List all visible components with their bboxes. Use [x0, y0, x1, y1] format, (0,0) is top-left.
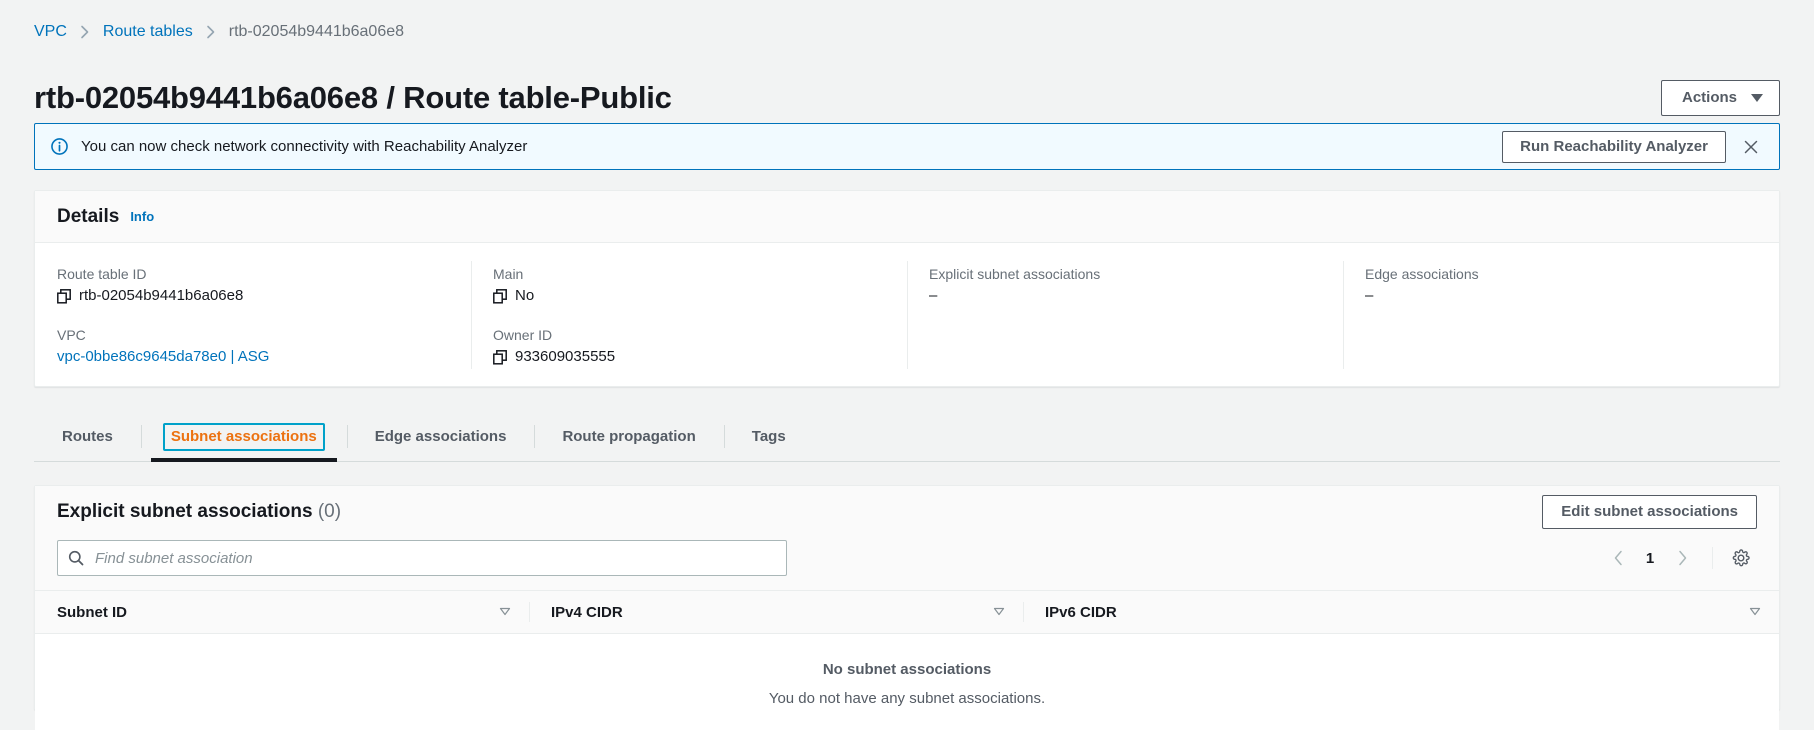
actions-button[interactable]: Actions [1660, 79, 1780, 116]
details-card: Details Info Route table ID rtb-02054b94… [34, 190, 1780, 387]
tab-routes[interactable]: Routes [34, 412, 141, 461]
info-flash-banner: You can now check network connectivity w… [34, 123, 1780, 170]
breadcrumb-item-vpc[interactable]: VPC [34, 22, 67, 42]
run-reachability-analyzer-button[interactable]: Run Reachability Analyzer [1502, 130, 1726, 163]
field-label: Route table ID [57, 266, 147, 282]
table-toolbar: 1 [35, 538, 1779, 590]
pagination-next-button[interactable] [1664, 541, 1700, 575]
field-label: Owner ID [493, 327, 553, 343]
sort-descending-icon [1749, 604, 1761, 621]
table-title-count: (0) [317, 501, 342, 522]
field-value: 933609035555 [515, 348, 616, 365]
field-route-table-id: Route table ID rtb-02054b9441b6a06e8 [57, 265, 447, 306]
details-card-header: Details Info [35, 191, 1779, 243]
close-icon[interactable] [1736, 132, 1766, 162]
field-vpc: VPC vpc-0bbe86c9645da78e0 | ASG [57, 326, 447, 367]
details-column-1: Route table ID rtb-02054b9441b6a06e8 VPC [35, 243, 471, 387]
breadcrumb-separator-icon [80, 25, 90, 39]
details-column-3: Explicit subnet associations – [907, 243, 1343, 387]
field-label: Main [493, 266, 524, 282]
page-title: rtb-02054b9441b6a06e8 / Route table-Publ… [34, 79, 672, 115]
page-root: VPC Route tables rtb-02054b9441b6a06e8 r… [0, 0, 1814, 730]
tab-edge-associations[interactable]: Edge associations [346, 412, 535, 461]
tab-route-propagation[interactable]: Route propagation [534, 412, 723, 461]
field-value-group: No [493, 286, 883, 306]
field-value-group: – [929, 286, 1319, 306]
column-header-label: IPv6 CIDR [1045, 603, 1117, 621]
field-value: rtb-02054b9441b6a06e8 [79, 287, 244, 304]
field-value-group: rtb-02054b9441b6a06e8 [57, 286, 447, 306]
breadcrumb-separator-icon [206, 25, 216, 39]
tab-tags[interactable]: Tags [723, 412, 814, 461]
field-value-group: vpc-0bbe86c9645da78e0 | ASG [57, 347, 447, 367]
sort-descending-icon [993, 604, 1005, 621]
details-info-link[interactable]: Info [130, 209, 154, 224]
tab-label: Tags [751, 427, 786, 445]
field-value-group: – [1365, 286, 1755, 306]
breadcrumb-item-route-tables[interactable]: Route tables [103, 22, 193, 42]
field-explicit-subnet-associations: Explicit subnet associations – [929, 265, 1319, 306]
empty-state-title: No subnet associations [822, 661, 992, 678]
tab-subnet-associations[interactable]: Subnet associations [140, 412, 347, 462]
flash-message: You can now check network connectivity w… [81, 137, 528, 155]
pagination-page-1[interactable]: 1 [1636, 550, 1664, 567]
field-value: No [515, 287, 535, 304]
field-label: Edge associations [1365, 266, 1479, 282]
search-box[interactable] [57, 540, 787, 576]
toolbar-divider [1712, 547, 1713, 569]
details-title: Details [57, 205, 120, 227]
breadcrumb: VPC Route tables rtb-02054b9441b6a06e8 [34, 22, 404, 42]
tab-label: Edge associations [374, 427, 507, 445]
gear-icon[interactable] [1725, 542, 1757, 574]
details-grid: Route table ID rtb-02054b9441b6a06e8 VPC [35, 243, 1779, 387]
field-owner-id: Owner ID 933609035555 [493, 326, 883, 367]
flash-actions: Run Reachability Analyzer [1502, 130, 1766, 163]
table-title-text: Explicit subnet associations [57, 501, 313, 522]
table-header: Explicit subnet associations (0) Edit su… [35, 486, 1779, 538]
copy-icon[interactable] [57, 288, 71, 304]
field-edge-associations: Edge associations – [1365, 265, 1755, 306]
vpc-link[interactable]: vpc-0bbe86c9645da78e0 | ASG [57, 347, 269, 367]
copy-icon[interactable] [493, 349, 507, 365]
column-header-label: Subnet ID [57, 603, 127, 621]
tab-label: Routes [62, 427, 113, 445]
field-value: – [1365, 287, 1374, 304]
column-header-subnet-id[interactable]: Subnet ID [35, 591, 529, 633]
tab-label: Subnet associations [162, 422, 325, 451]
edit-subnet-associations-button[interactable]: Edit subnet associations [1542, 495, 1757, 529]
table-empty-state: No subnet associations You do not have a… [35, 634, 1779, 730]
field-main: Main No [493, 265, 883, 306]
field-label: Explicit subnet associations [929, 266, 1101, 282]
column-header-ipv4-cidr[interactable]: IPv4 CIDR [529, 591, 1023, 633]
pagination-prev-button[interactable] [1600, 541, 1636, 575]
search-input[interactable] [93, 548, 776, 568]
table-title: Explicit subnet associations (0) [57, 500, 341, 524]
field-label: VPC [57, 327, 86, 343]
table-column-headers: Subnet ID IPv4 CIDR IPv6 CIDR [35, 590, 1779, 634]
field-value-group: 933609035555 [493, 347, 883, 367]
subnet-associations-table-card: Explicit subnet associations (0) Edit su… [34, 485, 1780, 730]
copy-icon[interactable] [493, 288, 507, 304]
search-icon [68, 550, 84, 566]
tab-label: Route propagation [562, 427, 696, 445]
sort-descending-icon [499, 604, 511, 621]
info-icon [51, 138, 68, 155]
details-column-4: Edge associations – [1343, 243, 1779, 387]
tab-bar: Routes Subnet associations Edge associat… [34, 412, 1780, 462]
column-header-label: IPv4 CIDR [551, 603, 623, 621]
field-value: – [929, 287, 938, 304]
breadcrumb-item-current: rtb-02054b9441b6a06e8 [228, 23, 405, 40]
chevron-down-icon [1751, 93, 1763, 102]
column-header-ipv6-cidr[interactable]: IPv6 CIDR [1023, 591, 1779, 633]
pagination: 1 [1600, 541, 1757, 575]
details-column-2: Main No Owner ID 933609035555 [471, 243, 907, 387]
empty-state-subtitle: You do not have any subnet associations. [768, 690, 1046, 707]
actions-button-label: Actions [1681, 88, 1737, 106]
flash-message-group: You can now check network connectivity w… [51, 137, 1502, 157]
